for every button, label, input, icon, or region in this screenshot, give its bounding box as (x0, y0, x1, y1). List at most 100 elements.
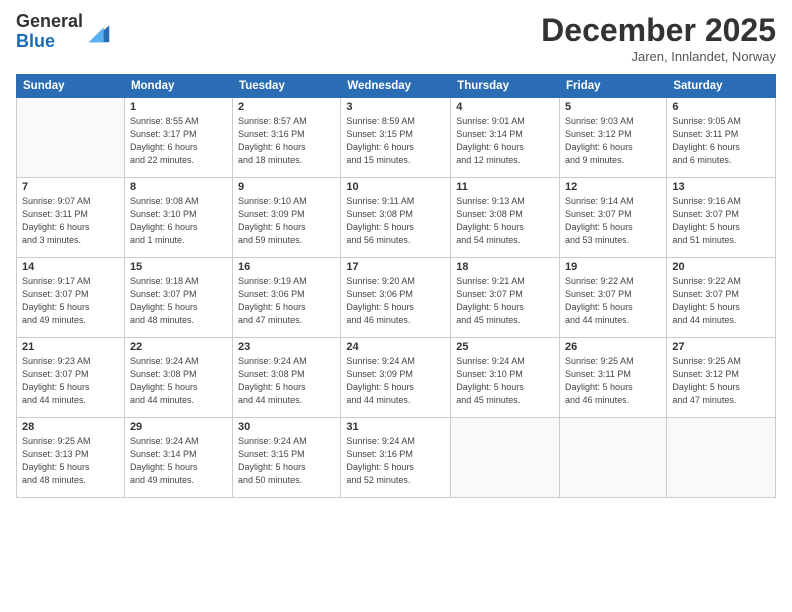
day-info: Sunrise: 9:07 AMSunset: 3:11 PMDaylight:… (22, 195, 119, 247)
day-number: 31 (346, 421, 445, 433)
day-number: 18 (456, 261, 554, 273)
table-row: 24 Sunrise: 9:24 AMSunset: 3:09 PMDayligh… (341, 338, 451, 418)
day-info: Sunrise: 9:16 AMSunset: 3:07 PMDaylight:… (672, 195, 770, 247)
table-row: 1 Sunrise: 8:55 AMSunset: 3:17 PMDaylight… (124, 98, 232, 178)
day-number: 30 (238, 421, 335, 433)
day-number: 25 (456, 341, 554, 353)
col-sunday: Sunday (17, 75, 125, 98)
table-row (17, 98, 125, 178)
table-row: 5 Sunrise: 9:03 AMSunset: 3:12 PMDaylight… (560, 98, 667, 178)
table-row: 25 Sunrise: 9:24 AMSunset: 3:10 PMDayligh… (451, 338, 560, 418)
table-row: 4 Sunrise: 9:01 AMSunset: 3:14 PMDaylight… (451, 98, 560, 178)
day-info: Sunrise: 9:24 AMSunset: 3:10 PMDaylight:… (456, 355, 554, 407)
calendar-week-row: 1 Sunrise: 8:55 AMSunset: 3:17 PMDaylight… (17, 98, 776, 178)
day-info: Sunrise: 9:20 AMSunset: 3:06 PMDaylight:… (346, 275, 445, 327)
day-info: Sunrise: 9:05 AMSunset: 3:11 PMDaylight:… (672, 115, 770, 167)
day-info: Sunrise: 8:55 AMSunset: 3:17 PMDaylight:… (130, 115, 227, 167)
logo-icon (85, 18, 113, 46)
table-row: 29 Sunrise: 9:24 AMSunset: 3:14 PMDayligh… (124, 418, 232, 498)
day-number: 22 (130, 341, 227, 353)
day-info: Sunrise: 9:01 AMSunset: 3:14 PMDaylight:… (456, 115, 554, 167)
day-info: Sunrise: 9:14 AMSunset: 3:07 PMDaylight:… (565, 195, 661, 247)
day-number: 5 (565, 101, 661, 113)
day-info: Sunrise: 9:24 AMSunset: 3:16 PMDaylight:… (346, 435, 445, 487)
table-row: 11Sunrise: 9:13 AMSunset: 3:08 PMDayligh… (451, 178, 560, 258)
table-row: 7Sunrise: 9:07 AMSunset: 3:11 PMDaylight… (17, 178, 125, 258)
table-row: 9 Sunrise: 9:10 AMSunset: 3:09 PMDaylight… (233, 178, 341, 258)
calendar-week-row: 21 Sunrise: 9:23 AMSunset: 3:07 PMDayligh… (17, 338, 776, 418)
table-row: 22 Sunrise: 9:24 AMSunset: 3:08 PMDayligh… (124, 338, 232, 418)
day-number: 1 (130, 101, 227, 113)
table-row (667, 418, 776, 498)
table-row: 14Sunrise: 9:17 AMSunset: 3:07 PMDayligh… (17, 258, 125, 338)
day-info: Sunrise: 8:59 AMSunset: 3:15 PMDaylight:… (346, 115, 445, 167)
table-row: 18 Sunrise: 9:21 AMSunset: 3:07 PMDayligh… (451, 258, 560, 338)
day-info: Sunrise: 9:24 AMSunset: 3:08 PMDaylight:… (238, 355, 335, 407)
calendar-week-row: 14Sunrise: 9:17 AMSunset: 3:07 PMDayligh… (17, 258, 776, 338)
day-number: 14 (22, 261, 119, 273)
table-row: 16 Sunrise: 9:19 AMSunset: 3:06 PMDayligh… (233, 258, 341, 338)
day-number: 13 (672, 181, 770, 193)
table-row: 20Sunrise: 9:22 AMSunset: 3:07 PMDayligh… (667, 258, 776, 338)
table-row: 17 Sunrise: 9:20 AMSunset: 3:06 PMDayligh… (341, 258, 451, 338)
day-number: 17 (346, 261, 445, 273)
day-number: 29 (130, 421, 227, 433)
day-number: 8 (130, 181, 227, 193)
day-number: 27 (672, 341, 770, 353)
col-saturday: Saturday (667, 75, 776, 98)
day-info: Sunrise: 9:25 AMSunset: 3:12 PMDaylight:… (672, 355, 770, 407)
day-info: Sunrise: 9:19 AMSunset: 3:06 PMDaylight:… (238, 275, 335, 327)
day-info: Sunrise: 9:22 AMSunset: 3:07 PMDaylight:… (565, 275, 661, 327)
table-row: 21 Sunrise: 9:23 AMSunset: 3:07 PMDayligh… (17, 338, 125, 418)
day-info: Sunrise: 9:10 AMSunset: 3:09 PMDaylight:… (238, 195, 335, 247)
day-info: Sunrise: 9:13 AMSunset: 3:08 PMDaylight:… (456, 195, 554, 247)
table-row: 30 Sunrise: 9:24 AMSunset: 3:15 PMDayligh… (233, 418, 341, 498)
table-row: 12Sunrise: 9:14 AMSunset: 3:07 PMDayligh… (560, 178, 667, 258)
day-number: 10 (346, 181, 445, 193)
col-friday: Friday (560, 75, 667, 98)
day-number: 28 (22, 421, 119, 433)
calendar-header-row: Sunday Monday Tuesday Wednesday Thursday… (17, 75, 776, 98)
header: General Blue December 2025 Jaren, Innlan… (16, 12, 776, 64)
calendar-table: Sunday Monday Tuesday Wednesday Thursday… (16, 74, 776, 498)
logo-text: General Blue (16, 12, 83, 52)
table-row (560, 418, 667, 498)
table-row: 8 Sunrise: 9:08 AMSunset: 3:10 PMDaylight… (124, 178, 232, 258)
table-row: 26Sunrise: 9:25 AMSunset: 3:11 PMDayligh… (560, 338, 667, 418)
day-number: 3 (346, 101, 445, 113)
day-number: 9 (238, 181, 335, 193)
day-info: Sunrise: 9:21 AMSunset: 3:07 PMDaylight:… (456, 275, 554, 327)
day-info: Sunrise: 9:24 AMSunset: 3:14 PMDaylight:… (130, 435, 227, 487)
day-number: 21 (22, 341, 119, 353)
day-info: Sunrise: 9:03 AMSunset: 3:12 PMDaylight:… (565, 115, 661, 167)
calendar-week-row: 28 Sunrise: 9:25 AMSunset: 3:13 PMDayligh… (17, 418, 776, 498)
month-title: December 2025 (541, 12, 776, 49)
day-info: Sunrise: 9:08 AMSunset: 3:10 PMDaylight:… (130, 195, 227, 247)
calendar-week-row: 7Sunrise: 9:07 AMSunset: 3:11 PMDaylight… (17, 178, 776, 258)
day-number: 15 (130, 261, 227, 273)
table-row: 27 Sunrise: 9:25 AMSunset: 3:12 PMDayligh… (667, 338, 776, 418)
day-info: Sunrise: 9:24 AMSunset: 3:15 PMDaylight:… (238, 435, 335, 487)
day-info: Sunrise: 9:25 AMSunset: 3:11 PMDaylight:… (565, 355, 661, 407)
table-row: 23Sunrise: 9:24 AMSunset: 3:08 PMDayligh… (233, 338, 341, 418)
table-row: 28 Sunrise: 9:25 AMSunset: 3:13 PMDayligh… (17, 418, 125, 498)
day-number: 4 (456, 101, 554, 113)
day-info: Sunrise: 9:22 AMSunset: 3:07 PMDaylight:… (672, 275, 770, 327)
day-info: Sunrise: 9:23 AMSunset: 3:07 PMDaylight:… (22, 355, 119, 407)
table-row: 15 Sunrise: 9:18 AMSunset: 3:07 PMDayligh… (124, 258, 232, 338)
location: Jaren, Innlandet, Norway (541, 49, 776, 64)
day-number: 16 (238, 261, 335, 273)
logo: General Blue (16, 12, 113, 52)
day-info: Sunrise: 9:24 AMSunset: 3:08 PMDaylight:… (130, 355, 227, 407)
day-number: 2 (238, 101, 335, 113)
table-row: 31 Sunrise: 9:24 AMSunset: 3:16 PMDayligh… (341, 418, 451, 498)
day-info: Sunrise: 9:25 AMSunset: 3:13 PMDaylight:… (22, 435, 119, 487)
day-info: Sunrise: 8:57 AMSunset: 3:16 PMDaylight:… (238, 115, 335, 167)
col-monday: Monday (124, 75, 232, 98)
day-info: Sunrise: 9:24 AMSunset: 3:09 PMDaylight:… (346, 355, 445, 407)
table-row: 19 Sunrise: 9:22 AMSunset: 3:07 PMDayligh… (560, 258, 667, 338)
table-row: 10Sunrise: 9:11 AMSunset: 3:08 PMDayligh… (341, 178, 451, 258)
day-info: Sunrise: 9:18 AMSunset: 3:07 PMDaylight:… (130, 275, 227, 327)
day-number: 24 (346, 341, 445, 353)
day-number: 19 (565, 261, 661, 273)
